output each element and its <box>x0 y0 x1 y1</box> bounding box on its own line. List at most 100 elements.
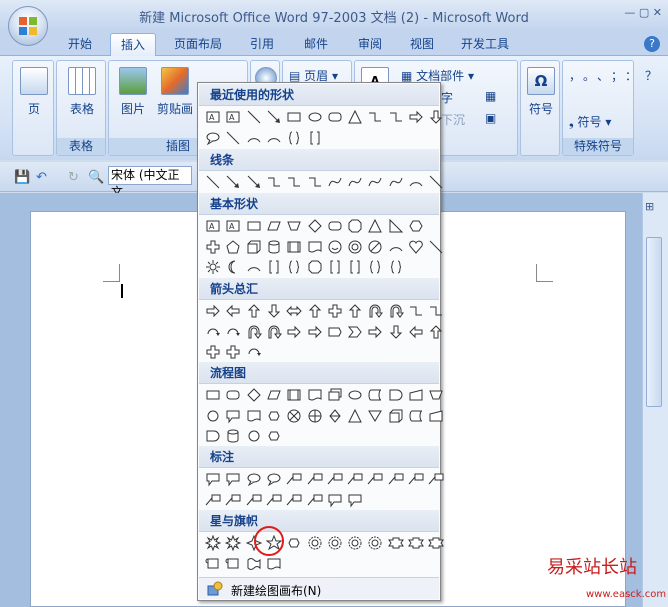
shape-curly-icon[interactable] <box>285 258 303 276</box>
shape-seal-icon[interactable] <box>346 534 364 552</box>
shape-circ-icon[interactable] <box>245 427 263 445</box>
shape-lcallout-icon[interactable] <box>427 470 445 488</box>
shape-ribbon-icon[interactable] <box>387 534 405 552</box>
shape-cross-icon[interactable] <box>204 343 222 361</box>
shape-sort-icon[interactable] <box>326 407 344 425</box>
tab-references[interactable]: 引用 <box>240 33 284 56</box>
shape-lrarr-icon[interactable] <box>285 302 303 320</box>
shape-elbow-icon[interactable] <box>427 302 445 320</box>
shape-rarr-icon[interactable] <box>407 108 425 126</box>
shape-line-icon[interactable] <box>245 108 263 126</box>
shape-cube-icon[interactable] <box>387 407 405 425</box>
shape-elbow-icon[interactable] <box>407 302 425 320</box>
shape-line-icon[interactable] <box>427 238 445 256</box>
shape-textbox-icon[interactable]: A <box>204 217 222 235</box>
shape-lcallout-icon[interactable] <box>224 491 242 509</box>
shape-para-icon[interactable] <box>265 386 283 404</box>
shape-lcallout-icon[interactable] <box>265 491 283 509</box>
shape-larr-icon[interactable] <box>224 302 242 320</box>
shape-star8-icon[interactable] <box>224 534 242 552</box>
clipart-button[interactable]: 剪贴画 <box>155 67 195 117</box>
shape-hexsm-icon[interactable] <box>285 534 303 552</box>
help-icon[interactable]: ? <box>644 36 660 52</box>
shape-chev-icon[interactable] <box>346 323 364 341</box>
pages-button[interactable]: 页 <box>19 67 49 117</box>
shape-tri-icon[interactable] <box>346 407 364 425</box>
wordart-button[interactable]: 字 <box>441 89 453 106</box>
object-icon[interactable]: ▣ <box>485 111 496 125</box>
shape-diam-icon[interactable] <box>245 386 263 404</box>
shape-rect-icon[interactable] <box>245 217 263 235</box>
picture-button[interactable]: 图片 <box>115 67 151 117</box>
shape-store-icon[interactable] <box>407 407 425 425</box>
shape-arc-icon[interactable] <box>245 258 263 276</box>
shape-lcallout-icon[interactable] <box>285 470 303 488</box>
shape-cross-icon[interactable] <box>224 343 242 361</box>
print-preview-icon[interactable]: 🔍 <box>88 170 104 185</box>
shape-darr-icon[interactable] <box>387 323 405 341</box>
shape-line-icon[interactable] <box>204 173 222 191</box>
tab-page-layout[interactable]: 页面布局 <box>166 33 230 56</box>
shape-orj-icon[interactable] <box>306 407 324 425</box>
shape-rrect-icon[interactable] <box>224 386 242 404</box>
tab-developer[interactable]: 开发工具 <box>452 33 518 56</box>
shape-callout-icon[interactable] <box>224 407 242 425</box>
shape-scroll-icon[interactable] <box>204 555 222 573</box>
shape-elbow-icon[interactable] <box>366 108 384 126</box>
window-controls[interactable]: — ▢ ✕ <box>624 6 662 19</box>
tab-home[interactable]: 开始 <box>58 33 102 56</box>
shape-summing-icon[interactable] <box>285 407 303 425</box>
shape-ocallout-icon[interactable] <box>245 470 263 488</box>
shape-arc-icon[interactable] <box>387 238 405 256</box>
shape-uturn-icon[interactable] <box>366 302 384 320</box>
shape-multi-icon[interactable] <box>326 386 344 404</box>
shape-curve-icon[interactable] <box>326 173 344 191</box>
shape-rarr-icon[interactable] <box>366 323 384 341</box>
shape-ribbon-icon[interactable] <box>407 534 425 552</box>
shape-arrow-icon[interactable] <box>224 173 242 191</box>
undo-icon[interactable]: ↶ <box>36 170 47 185</box>
shape-noentry-icon[interactable] <box>366 238 384 256</box>
shape-seal-icon[interactable] <box>366 534 384 552</box>
shape-predef-icon[interactable] <box>285 238 303 256</box>
shape-circarr-icon[interactable] <box>245 343 263 361</box>
scrollbar-thumb[interactable] <box>646 237 662 407</box>
shape-lcallout-icon[interactable] <box>346 470 364 488</box>
shape-textbox-icon[interactable]: A <box>224 217 242 235</box>
shape-rect-icon[interactable] <box>285 108 303 126</box>
shape-manual-icon[interactable] <box>427 407 445 425</box>
shape-curly-icon[interactable] <box>285 129 303 147</box>
shape-sun-icon[interactable] <box>204 258 222 276</box>
shape-callout-icon[interactable] <box>326 491 344 509</box>
symbol-marks[interactable]: ，。、；：？ <box>569 67 665 84</box>
shape-circarr-icon[interactable] <box>224 323 242 341</box>
shape-ocallout-icon[interactable] <box>204 129 222 147</box>
shape-cross-icon[interactable] <box>204 238 222 256</box>
shape-arrow-icon[interactable] <box>265 108 283 126</box>
shape-bracket-icon[interactable] <box>346 258 364 276</box>
shape-ocallout-icon[interactable] <box>265 470 283 488</box>
shape-tri-icon[interactable] <box>346 108 364 126</box>
datetime-icon[interactable]: ▦ <box>485 89 496 103</box>
font-name-combobox[interactable]: 宋体 (中文正文 <box>108 166 192 199</box>
shape-curve-icon[interactable] <box>346 173 364 191</box>
shape-lcallout-icon[interactable] <box>306 470 324 488</box>
shape-donut-icon[interactable] <box>346 238 364 256</box>
shape-lcallout-icon[interactable] <box>387 470 405 488</box>
redo-icon[interactable]: ↻ <box>68 170 79 185</box>
shape-wave-icon[interactable] <box>245 555 263 573</box>
shape-oct-icon[interactable] <box>346 217 364 235</box>
shape-larr-icon[interactable] <box>407 323 425 341</box>
shape-callout-icon[interactable] <box>224 470 242 488</box>
shape-notch-icon[interactable] <box>326 323 344 341</box>
shape-star8-icon[interactable] <box>204 534 222 552</box>
symbol-big-button[interactable]: Ω 符号 <box>525 67 557 117</box>
shape-store-icon[interactable] <box>366 386 384 404</box>
shape-bracket-icon[interactable] <box>326 258 344 276</box>
shape-seal-icon[interactable] <box>326 534 344 552</box>
tab-mailings[interactable]: 邮件 <box>294 33 338 56</box>
shape-lcallout-icon[interactable] <box>245 491 263 509</box>
shape-circ-icon[interactable] <box>204 407 222 425</box>
shape-hex-icon[interactable] <box>407 217 425 235</box>
shape-textbox-icon[interactable]: A <box>224 108 242 126</box>
